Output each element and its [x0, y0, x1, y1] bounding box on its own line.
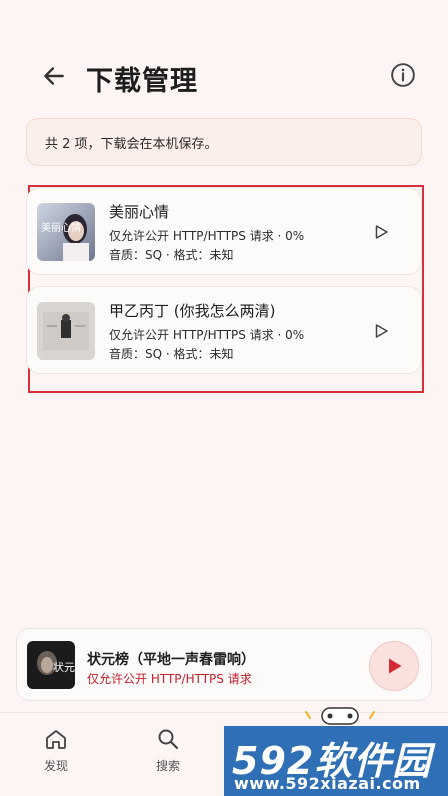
player-status: 仅允许公开 HTTP/HTTPS 请求 — [87, 672, 252, 686]
track-title: 美丽心情 — [109, 203, 170, 221]
back-button[interactable] — [36, 58, 72, 94]
track-meta: 音质：SQ · 格式：未知 — [109, 347, 234, 361]
player-title: 状元榜（平地一声春雷响） — [87, 652, 255, 668]
cover-lettering: 状元榜 — [53, 660, 75, 674]
track-status: 仅允许公开 HTTP/HTTPS 请求 · 0% — [109, 328, 305, 342]
play-icon — [375, 324, 388, 338]
notice-text: 共 2 项，下载会在本机保存。 — [45, 136, 218, 152]
play-button[interactable] — [367, 317, 395, 345]
nav-item-search[interactable]: 搜索 — [138, 727, 198, 783]
track-meta: 音质：SQ · 格式：未知 — [109, 248, 234, 262]
download-item[interactable]: 美丽心情 美丽心情 仅允许公开 HTTP/HTTPS 请求 · 0% 音质：SQ… — [26, 187, 422, 275]
play-icon — [375, 225, 388, 239]
nav-item-home[interactable]: 发现 — [26, 727, 86, 783]
cover-lettering: 美丽心情 — [41, 221, 81, 234]
player-cover: 状元榜 — [27, 641, 75, 689]
track-cover: 美丽心情 — [37, 203, 95, 261]
nav-label-search: 搜索 — [155, 759, 180, 773]
download-item[interactable]: 甲乙丙丁 (你我怎么两清) 仅允许公开 HTTP/HTTPS 请求 · 0% 音… — [26, 286, 422, 374]
track-cover — [37, 302, 95, 360]
player-play-button[interactable] — [369, 641, 419, 691]
track-title: 甲乙丙丁 (你我怎么两清) — [109, 302, 276, 320]
page-title: 下载管理 — [86, 66, 198, 97]
mini-player[interactable]: 状元榜 状元榜（平地一声春雷响） 仅允许公开 HTTP/HTTPS 请求 — [16, 628, 432, 701]
play-button[interactable] — [367, 218, 395, 246]
track-status: 仅允许公开 HTTP/HTTPS 请求 · 0% — [109, 229, 305, 243]
info-button[interactable] — [386, 58, 420, 92]
gamepad-mascot-icon — [305, 707, 375, 725]
arrow-left-icon — [44, 67, 64, 85]
watermark-banner: 592软件园 www.592xiazai.com — [224, 726, 448, 796]
nav-label-home: 发现 — [43, 759, 68, 773]
info-icon — [391, 63, 415, 87]
watermark-url: www.592xiazai.com — [234, 774, 421, 793]
app-header: 下载管理 — [0, 48, 448, 104]
search-icon — [158, 729, 179, 750]
home-icon — [46, 730, 66, 749]
download-notice: 共 2 项，下载会在本机保存。 — [26, 118, 422, 166]
play-icon — [389, 658, 402, 674]
download-list: 美丽心情 美丽心情 仅允许公开 HTTP/HTTPS 请求 · 0% 音质：SQ… — [26, 185, 424, 393]
